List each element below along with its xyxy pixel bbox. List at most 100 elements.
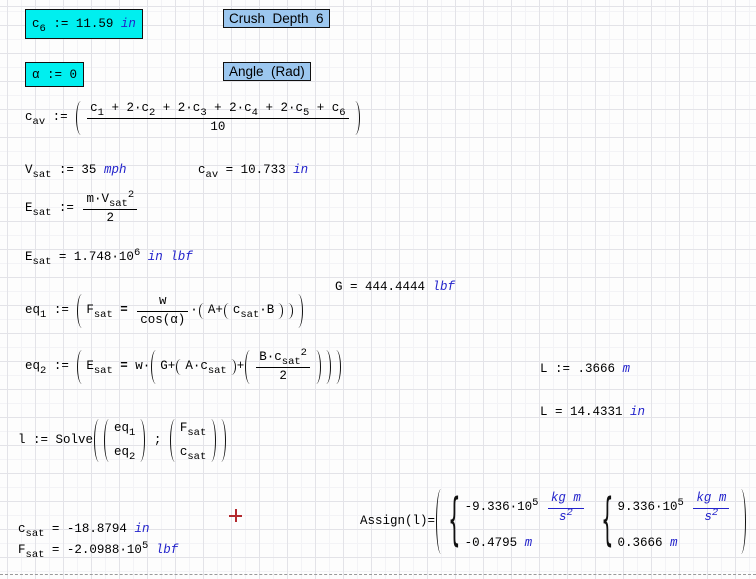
region-c6-definition[interactable]: c6 := 11.59 in	[25, 9, 143, 39]
paren-left	[245, 350, 251, 384]
paren-group: B·csat2 2	[245, 350, 321, 384]
paren-group: c1 + 2·c2 + 2·c3 + 2·c4 + 2·c5 + c6 10	[76, 101, 359, 135]
paren-left	[104, 419, 110, 462]
math-run: G = 444.4444 lbf	[335, 280, 455, 296]
math-run: kg m	[551, 491, 581, 507]
region-fsat-result[interactable]: Fsat = -2.0988·105 lbf	[18, 543, 178, 559]
region-vsat-definition[interactable]: Vsat := 35 mph	[25, 163, 126, 179]
paren-group: Fsat = w cos(α) · A+ csat·B	[77, 294, 303, 328]
fraction: w cos(α)	[137, 294, 188, 328]
paren-right	[277, 303, 283, 319]
mathcad-worksheet: c6 := 11.59 in Crush Depth 6 α := 0 Angl…	[0, 0, 756, 579]
region-esat-result[interactable]: Esat = 1.748·106 in lbf	[25, 250, 193, 266]
paren-left	[77, 350, 83, 384]
math-run: 0.3666 m	[617, 536, 677, 552]
label-angle-rad[interactable]: Angle (Rad)	[223, 62, 311, 81]
region-csat-result[interactable]: csat = -18.8794 in	[18, 522, 149, 538]
math-run: Fsat = -2.0988·105 lbf	[18, 543, 178, 559]
paren-group: Fsat csat	[170, 419, 216, 462]
label-crush-depth[interactable]: Crush Depth 6	[223, 9, 330, 28]
fraction-bar	[137, 311, 188, 312]
unit-fraction: kg m s2	[548, 491, 584, 525]
paren-group: { -9.336·105 kg m s2 -0.4795 m { 9.336·1…	[436, 489, 746, 554]
math-run: cav = 10.733 in	[198, 163, 308, 179]
math-run: Esat = w·	[86, 359, 150, 375]
math-run: Esat :=	[25, 201, 81, 217]
paren-group: eq1 eq2 ; Fsat csat	[94, 419, 226, 462]
paren-group: Esat = w· G+ A·csat + B·csat2 2	[77, 350, 341, 384]
paren-right	[139, 419, 145, 462]
math-run: α := 0	[32, 68, 77, 82]
math-run: A·csat	[185, 359, 226, 375]
math-run: 2	[107, 211, 115, 227]
region-l-result[interactable]: L = 14.4331 in	[540, 405, 645, 421]
region-solve-definition[interactable]: l := Solve eq1 eq2 ; Fsat csat	[18, 419, 227, 462]
paren-right	[354, 101, 360, 135]
math-run: eq2 :=	[25, 359, 76, 375]
paren-right	[297, 294, 303, 328]
paren-right	[315, 350, 321, 384]
math-run: w	[159, 294, 167, 310]
math-run: eq1 :=	[25, 303, 76, 319]
paren-left	[77, 294, 83, 328]
math-run: G+	[160, 359, 175, 375]
region-alpha-definition[interactable]: α := 0	[25, 62, 84, 87]
paren-right	[740, 489, 746, 554]
fraction: B·csat2 2	[256, 350, 310, 384]
math-run: c1 + 2·c2 + 2·c3 + 2·c4 + 2·c5 + c6	[90, 101, 345, 117]
solution-column: 9.336·105 kg m s2 0.3666 m	[616, 489, 732, 554]
math-run: csat = -18.8794 in	[18, 522, 149, 538]
fraction-bar	[87, 118, 348, 119]
math-run: c6 := 11.59 in	[32, 17, 136, 31]
math-run: s2	[559, 510, 573, 526]
vector-column: eq1 eq2	[113, 419, 136, 462]
paren-group: A·csat	[176, 359, 235, 375]
paren-left	[436, 489, 442, 554]
math-run: cos(α)	[140, 313, 185, 329]
math-run: csat	[180, 445, 206, 461]
brace-left: {	[448, 493, 460, 549]
math-run: 9.336·105	[617, 500, 691, 516]
paren-right	[335, 350, 341, 384]
region-cav-result[interactable]: cav = 10.733 in	[198, 163, 308, 179]
region-assign-result[interactable]: Assign(l)= { -9.336·105 kg m s2 -0.4795 …	[360, 489, 747, 554]
region-l-definition[interactable]: L := .3666 m	[540, 362, 630, 378]
math-run: -0.4795 m	[465, 536, 533, 552]
vector-column: Fsat csat	[179, 419, 207, 462]
region-eq1-definition[interactable]: eq1 := Fsat = w cos(α) · A+ csat·B	[25, 294, 304, 328]
fraction: m·Vsat2 2	[83, 192, 137, 226]
paren-group: eq1 eq2	[104, 419, 145, 462]
math-run: A+	[208, 303, 223, 319]
math-run: ;	[146, 433, 169, 449]
math-run: Esat = 1.748·106 in lbf	[25, 250, 193, 266]
math-run: Fsat =	[86, 303, 135, 319]
paren-right	[210, 419, 216, 462]
page-break-line	[0, 574, 756, 575]
paren-left	[176, 359, 182, 375]
fraction-bar	[548, 508, 584, 509]
paren-group: csat·B	[224, 303, 283, 319]
math-run: L = 14.4331 in	[540, 405, 645, 421]
brace-left: {	[601, 493, 613, 549]
math-run: Vsat := 35 mph	[25, 163, 126, 179]
math-run: csat·B	[233, 303, 274, 319]
math-run: kg m	[696, 491, 726, 507]
paren-left	[94, 419, 100, 462]
math-run: l := Solve	[18, 433, 93, 449]
math-run: eq1	[114, 421, 135, 437]
math-run: Fsat	[180, 421, 206, 437]
paren-right	[220, 419, 226, 462]
math-run: cav :=	[25, 110, 75, 126]
region-esat-definition[interactable]: Esat := m·Vsat2 2	[25, 192, 139, 226]
math-run: -9.336·105	[465, 500, 546, 516]
region-eq2-definition[interactable]: eq2 := Esat = w· G+ A·csat + B·csat2	[25, 350, 342, 384]
math-run: 10	[210, 120, 225, 136]
math-run: +	[237, 359, 245, 375]
unit-fraction: kg m s2	[693, 491, 729, 525]
paren-right	[230, 359, 236, 375]
math-run: m·Vsat2	[86, 192, 134, 208]
math-run: B·csat2	[259, 350, 307, 366]
region-g-result[interactable]: G = 444.4444 lbf	[335, 280, 455, 296]
paren-left	[199, 303, 205, 319]
region-cav-definition[interactable]: cav := c1 + 2·c2 + 2·c3 + 2·c4 + 2·c5 + …	[25, 101, 361, 135]
